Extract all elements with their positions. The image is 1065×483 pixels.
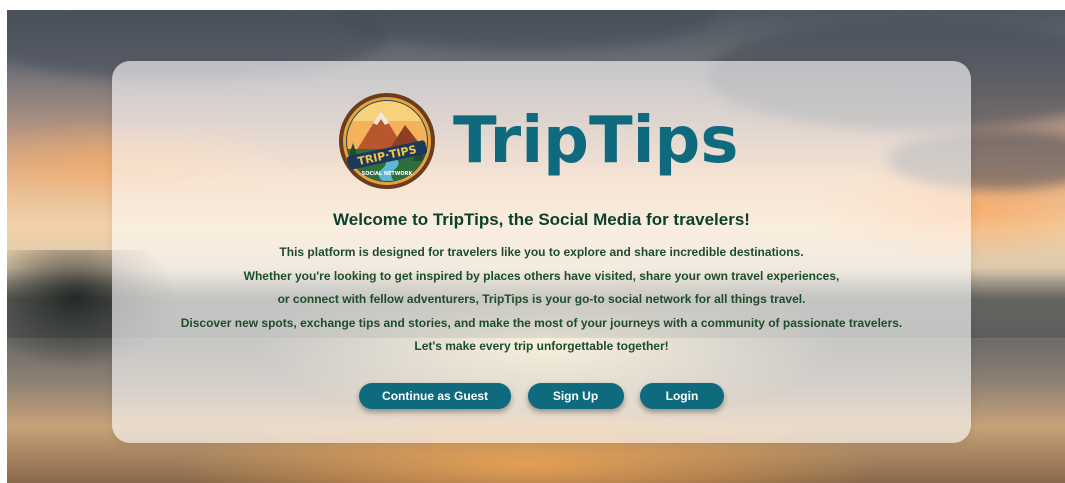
intro-paragraph: or connect with fellow adventurers, Trip… — [277, 292, 806, 306]
triptips-logo-icon: TRIP·TIPS SOCIAL NETWORK — [339, 93, 435, 189]
cloud — [337, 10, 717, 50]
login-button[interactable]: Login — [639, 383, 724, 409]
continue-as-guest-button[interactable]: Continue as Guest — [359, 383, 512, 409]
sign-up-button[interactable]: Sign Up — [527, 383, 624, 409]
intro-paragraph: This platform is designed for travelers … — [279, 245, 804, 259]
intro-paragraph: Discover new spots, exchange tips and st… — [180, 315, 903, 330]
intro-paragraph: Whether you're looking to get inspired b… — [243, 268, 840, 283]
welcome-panel: TRIP·TIPS SOCIAL NETWORK TripTips Welcom… — [112, 61, 971, 443]
action-buttons: Continue as Guest Sign Up Login — [112, 383, 971, 409]
welcome-headline: Welcome to TripTips, the Social Media fo… — [333, 210, 750, 229]
brand-header: TRIP·TIPS SOCIAL NETWORK TripTips — [337, 91, 738, 191]
logo-text-bottom: SOCIAL NETWORK — [362, 171, 414, 177]
intro-paragraph: Let's make every trip unforgettable toge… — [414, 339, 669, 353]
brand-name: TripTips — [453, 104, 739, 178]
background-sunset-lake: TRIP·TIPS SOCIAL NETWORK TripTips Welcom… — [7, 10, 1065, 483]
intro-copy: Welcome to TripTips, the Social Media fo… — [112, 209, 971, 359]
